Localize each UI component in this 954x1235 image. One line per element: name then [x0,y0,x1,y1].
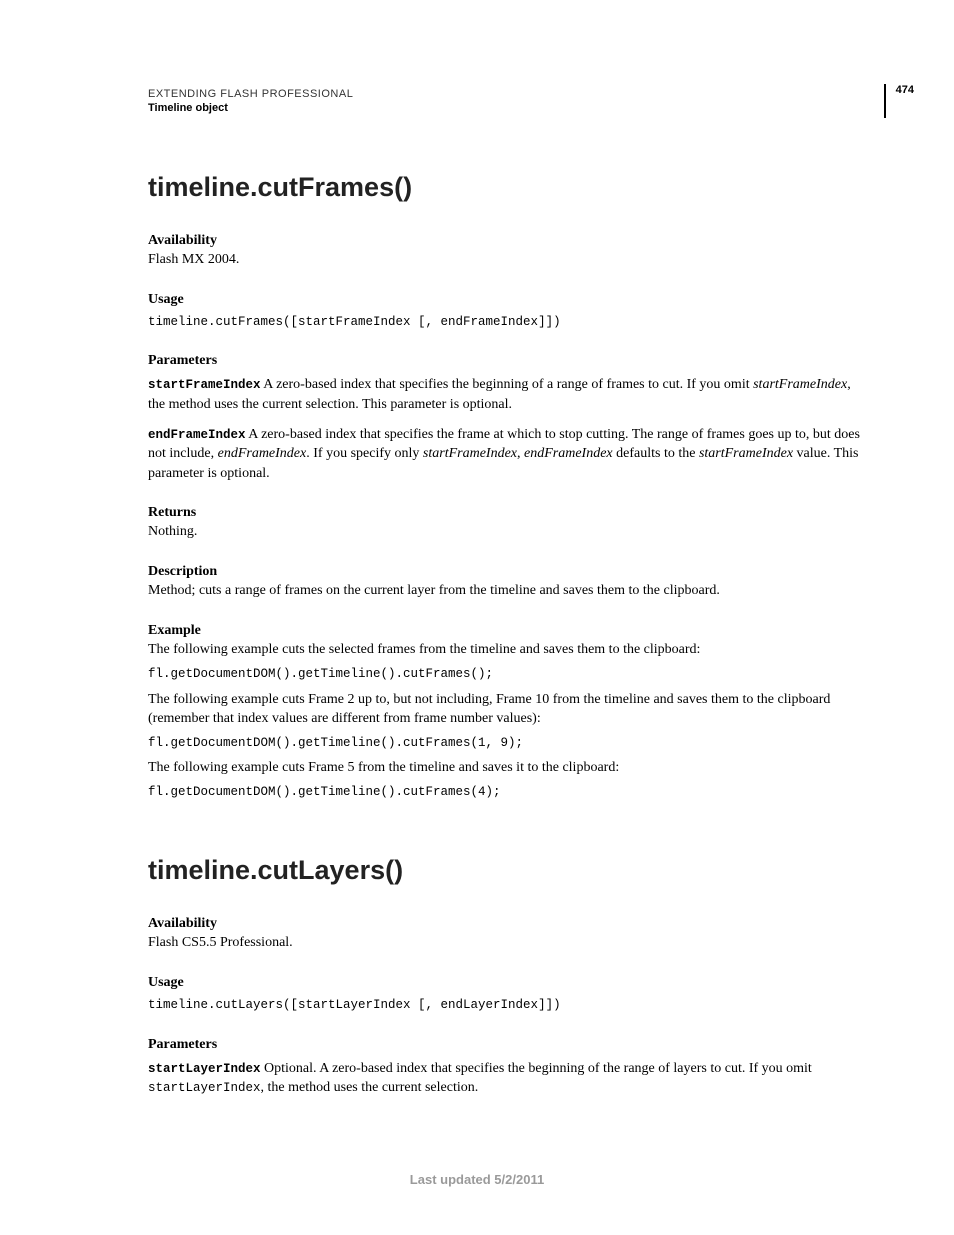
example-code: fl.getDocumentDOM().getTimeline().cutFra… [148,784,864,802]
param-startlayerindex: startLayerIndex Optional. A zero-based i… [148,1059,864,1098]
example-code: fl.getDocumentDOM().getTimeline().cutFra… [148,735,864,753]
usage-label: Usage [148,975,864,991]
returns-label: Returns [148,505,864,521]
param-italic: endFrameIndex [524,446,613,461]
availability-text: Flash MX 2004. [148,251,864,270]
example-text: The following example cuts Frame 5 from … [148,758,864,778]
parameters-label: Parameters [148,353,864,369]
header-subtitle: Timeline object [148,102,353,114]
header-title: EXTENDING FLASH PROFESSIONAL [148,88,353,100]
page-header: EXTENDING FLASH PROFESSIONAL Timeline ob… [148,88,864,118]
param-name: endFrameIndex [148,428,246,442]
description-text: Method; cuts a range of frames on the cu… [148,582,864,601]
param-endframeindex: endFrameIndex A zero-based index that sp… [148,425,864,484]
param-text: , [517,446,524,461]
param-italic: startFrameIndex [753,377,847,392]
page-footer: Last updated 5/2/2011 [0,1172,954,1187]
availability-label: Availability [148,233,864,249]
param-code: startLayerIndex [148,1081,261,1095]
param-name: startFrameIndex [148,378,261,392]
parameters-label: Parameters [148,1037,864,1053]
returns-text: Nothing. [148,523,864,542]
param-text: . If you specify only [306,446,423,461]
example-code: fl.getDocumentDOM().getTimeline().cutFra… [148,666,864,684]
availability-text: Flash CS5.5 Professional. [148,934,864,953]
method-title-cutlayers: timeline.cutLayers() [148,855,864,886]
method-title-cutframes: timeline.cutFrames() [148,172,864,203]
example-text: The following example cuts Frame 2 up to… [148,690,864,729]
usage-code: timeline.cutFrames([startFrameIndex [, e… [148,314,864,332]
param-startframeindex: startFrameIndex A zero-based index that … [148,375,864,414]
availability-label: Availability [148,916,864,932]
param-text: defaults to the [613,446,699,461]
example-label: Example [148,623,864,639]
param-italic: endFrameIndex [218,446,307,461]
param-text: A zero-based index that specifies the be… [261,377,754,392]
param-name: startLayerIndex [148,1062,261,1076]
param-text: , the method uses the current selection. [261,1080,479,1095]
example-text: The following example cuts the selected … [148,641,864,660]
param-text: Optional. A zero-based index that specif… [261,1061,812,1076]
param-italic: startFrameIndex [699,446,793,461]
description-label: Description [148,564,864,580]
usage-code: timeline.cutLayers([startLayerIndex [, e… [148,997,864,1015]
page-number: 474 [884,84,914,118]
usage-label: Usage [148,292,864,308]
param-italic: startFrameIndex [423,446,517,461]
